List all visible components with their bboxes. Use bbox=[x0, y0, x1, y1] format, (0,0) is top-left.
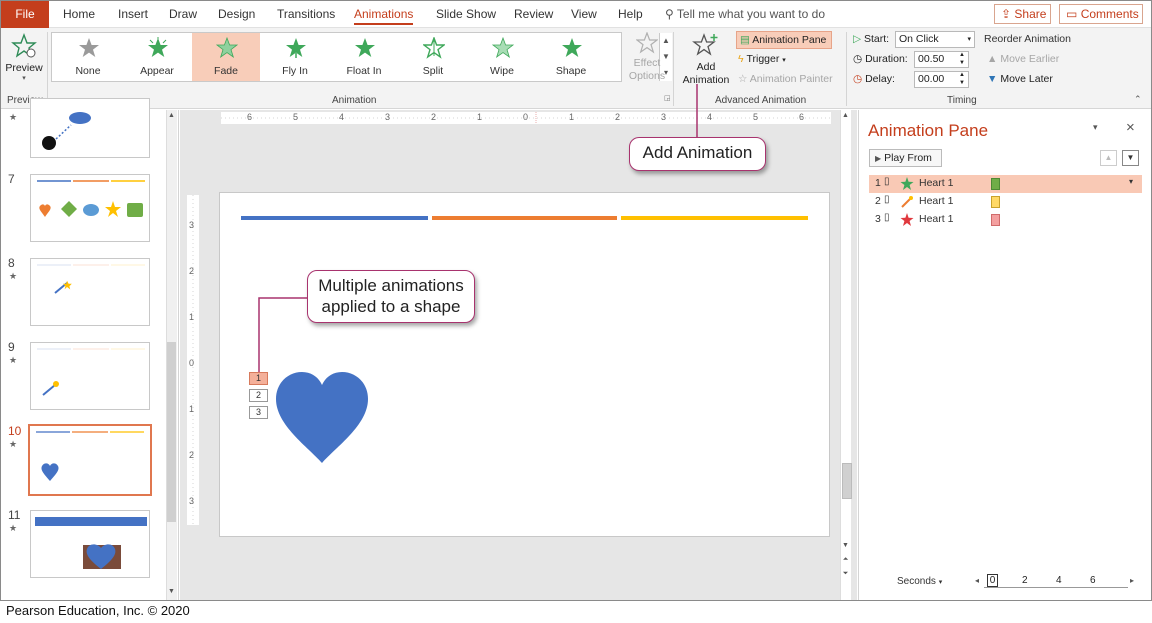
add-animation-callout: Add Animation bbox=[629, 137, 766, 171]
powerpoint-window: File Home Insert Draw Design Transitions… bbox=[0, 0, 1152, 601]
callout-line: Multiple animations bbox=[318, 276, 464, 295]
multiple-animations-callout: Multiple animations applied to a shape bbox=[307, 270, 475, 323]
callout-line: applied to a shape bbox=[321, 297, 461, 316]
callout-leaders bbox=[258, 84, 698, 372]
copyright-credit: Pearson Education, Inc. © 2020 bbox=[6, 603, 190, 618]
